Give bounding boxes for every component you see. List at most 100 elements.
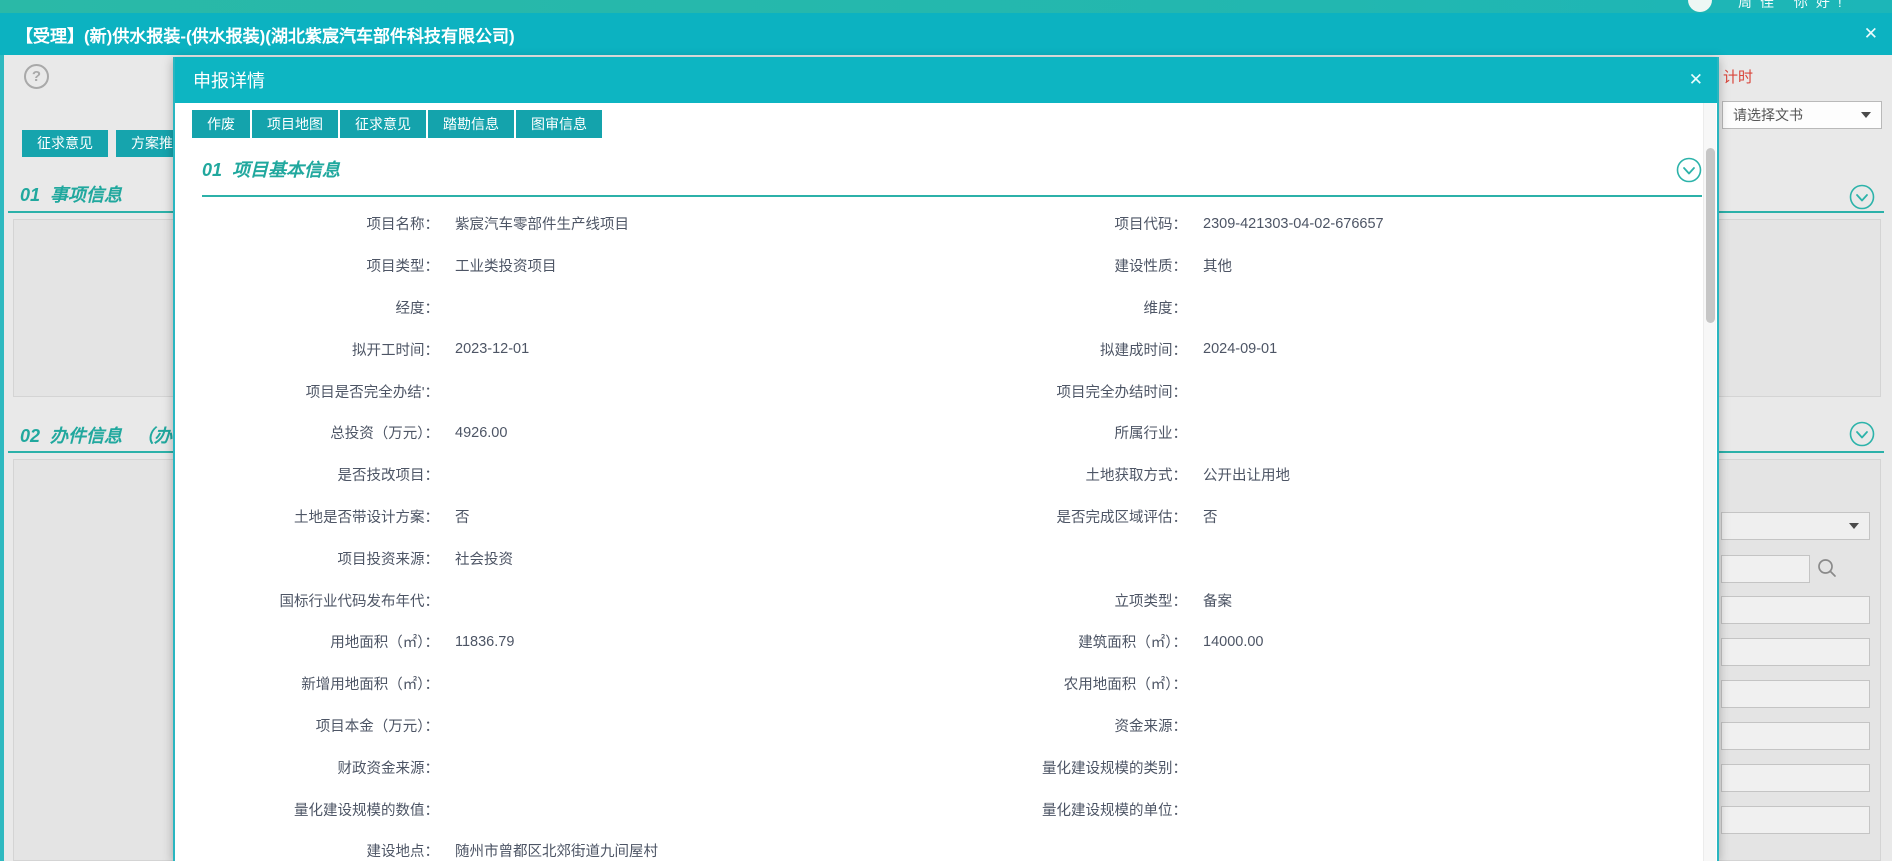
form-row: 拟开工时间：2023-12-01拟建成时间：2024-09-01	[192, 328, 1700, 370]
section-title-banjian: 02 办件信息 （办	[20, 422, 172, 448]
document-select-value: 请选择文书	[1733, 105, 1861, 125]
field-label: 量化建设规模的单位：	[944, 799, 1187, 820]
form-row: 项目是否完全办结'：项目完全办结时间：	[192, 370, 1700, 412]
form-input[interactable]	[1721, 680, 1870, 708]
field-value: 随州市曾都区北郊街道九间屋村	[455, 840, 658, 861]
panel-dropdown[interactable]	[1721, 512, 1870, 540]
field-label: 总投资（万元）：	[192, 422, 439, 443]
window-title: 【受理】(新)供水报装-(供水报装)(湖北紫宸汽车部件科技有限公司)	[16, 22, 515, 47]
field-label: 土地获取方式：	[944, 464, 1187, 485]
application-window: 周佳 你好! 【受理】(新)供水报装-(供水报装)(湖北紫宸汽车部件科技有限公司…	[0, 0, 1892, 861]
field-label: 国标行业代码发布年代：	[192, 590, 439, 611]
form-row-right: 所属行业：	[944, 422, 1700, 443]
field-label: 项目完全办结时间：	[944, 381, 1187, 402]
form-row-left: 总投资（万元）：4926.00	[192, 422, 944, 443]
form-row: 量化建设规模的数值：量化建设规模的单位：	[192, 788, 1700, 830]
field-label: 建设性质：	[944, 255, 1187, 276]
modal-header: 申报详情 ✕	[175, 57, 1717, 103]
field-label: 拟建成时间：	[944, 339, 1187, 360]
field-value: 否	[455, 506, 470, 527]
form-row: 项目名称：紫宸汽车零部件生产线项目项目代码：2309-421303-04-02-…	[192, 203, 1700, 245]
modal-tab-1[interactable]: 项目地图	[252, 110, 338, 138]
field-label: 所属行业：	[944, 422, 1187, 443]
collapse-chevron-icon[interactable]	[1676, 157, 1702, 183]
bg-button-0[interactable]: 征求意见	[22, 130, 108, 157]
collapse-chevron-icon[interactable]	[1849, 184, 1875, 210]
form-row-left: 经度：	[192, 297, 944, 318]
form-row-right: 资金来源：	[944, 715, 1700, 736]
project-basic-info-heading: 01项目基本信息	[202, 156, 340, 182]
document-select[interactable]: 请选择文书	[1722, 101, 1882, 129]
section-label: 办件信息	[50, 426, 122, 446]
form-row: 总投资（万元）：4926.00所属行业：	[192, 412, 1700, 454]
form-row-left: 用地面积（㎡）：11836.79	[192, 631, 944, 652]
search-icon[interactable]	[1816, 557, 1838, 579]
form-row: 项目本金（万元）： 资金来源：	[192, 705, 1700, 747]
section-divider	[202, 195, 1702, 197]
form-row-left: 项目本金（万元）：	[192, 715, 944, 736]
field-label: 项目代码：	[944, 213, 1187, 234]
field-label: 维度：	[944, 297, 1187, 318]
form-row-right: 是否完成区域评估： 否	[944, 506, 1700, 527]
form-row: 经度：维度：	[192, 287, 1700, 329]
form-row-left: 量化建设规模的数值：	[192, 799, 944, 820]
project-basic-info-form: 项目名称：紫宸汽车零部件生产线项目项目代码：2309-421303-04-02-…	[192, 203, 1700, 861]
timer-label: 计时	[1723, 66, 1753, 87]
avatar[interactable]	[1688, 0, 1712, 12]
help-icon[interactable]: ?	[24, 64, 49, 89]
modal-action-tabs: 作废项目地图征求意见踏勘信息图审信息	[192, 110, 602, 138]
modal-tab-2[interactable]: 征求意见	[340, 110, 426, 138]
form-row-right: 建设性质：其他	[944, 255, 1700, 276]
field-value: 2023-12-01	[455, 341, 529, 357]
form-row: 项目投资来源：社会投资	[192, 537, 1700, 579]
field-label: 立项类型：	[944, 590, 1187, 611]
field-label: 项目本金（万元）：	[192, 715, 439, 736]
section-number: 02	[20, 426, 40, 446]
form-input[interactable]	[1721, 596, 1870, 624]
modal-close-icon[interactable]: ✕	[1689, 70, 1703, 90]
section-title-shixiang: 01事项信息	[20, 181, 122, 207]
form-row: 财政资金来源： 量化建设规模的类别：	[192, 746, 1700, 788]
modal-scrollbar[interactable]	[1703, 103, 1716, 861]
collapse-chevron-icon[interactable]	[1849, 421, 1875, 447]
search-input[interactable]	[1721, 555, 1810, 583]
section-label: 项目基本信息	[232, 160, 340, 180]
form-row-right: 项目代码：2309-421303-04-02-676657	[944, 213, 1700, 234]
field-value: 否	[1203, 506, 1218, 527]
field-label: 是否完成区域评估：	[944, 506, 1187, 527]
form-row-right: 量化建设规模的类别：	[944, 757, 1700, 778]
form-row: 用地面积（㎡）：11836.79建筑面积（㎡）：14000.00	[192, 621, 1700, 663]
modal-tab-0[interactable]: 作废	[192, 110, 250, 138]
form-row-right: 项目完全办结时间：	[944, 381, 1700, 402]
field-label: 用地面积（㎡）：	[192, 631, 439, 652]
field-label: 资金来源：	[944, 715, 1187, 736]
modal-tab-3[interactable]: 踏勘信息	[428, 110, 514, 138]
page-left-accent	[0, 55, 4, 861]
field-label: 新增用地面积（㎡）：	[192, 673, 439, 694]
form-row-right: 立项类型：备案	[944, 590, 1700, 611]
form-row-right: 维度：	[944, 297, 1700, 318]
section-label-clipped: （办	[136, 426, 172, 446]
form-input[interactable]	[1721, 806, 1870, 834]
declaration-detail-modal: 申报详情 ✕ 作废项目地图征求意见踏勘信息图审信息 01项目基本信息 项目名称：…	[173, 57, 1719, 861]
window-close-icon[interactable]: ✕	[1864, 23, 1878, 45]
form-row: 项目类型：工业类投资项目建设性质：其他	[192, 245, 1700, 287]
form-row-right: 农用地面积（㎡）：	[944, 673, 1700, 694]
form-input[interactable]	[1721, 764, 1870, 792]
form-row-left: 项目是否完全办结'：	[192, 381, 944, 402]
form-input[interactable]	[1721, 638, 1870, 666]
field-label: 建筑面积（㎡）：	[944, 631, 1187, 652]
form-row: 新增用地面积（㎡）： 农用地面积（㎡）：	[192, 663, 1700, 705]
field-label: 财政资金来源：	[192, 757, 439, 778]
field-label: 项目名称：	[192, 213, 439, 234]
modal-tab-4[interactable]: 图审信息	[516, 110, 602, 138]
form-input[interactable]	[1721, 722, 1870, 750]
form-row: 是否技改项目：土地获取方式：公开出让用地	[192, 454, 1700, 496]
field-label: 建设地点：	[192, 840, 439, 861]
field-label: 农用地面积（㎡）：	[944, 673, 1187, 694]
form-row-left: 财政资金来源：	[192, 757, 944, 778]
field-label: 是否技改项目：	[192, 464, 439, 485]
form-row-left: 建设地点： 随州市曾都区北郊街道九间屋村	[192, 840, 944, 861]
modal-scrollbar-thumb[interactable]	[1706, 148, 1715, 323]
field-label: 量化建设规模的类别：	[944, 757, 1187, 778]
